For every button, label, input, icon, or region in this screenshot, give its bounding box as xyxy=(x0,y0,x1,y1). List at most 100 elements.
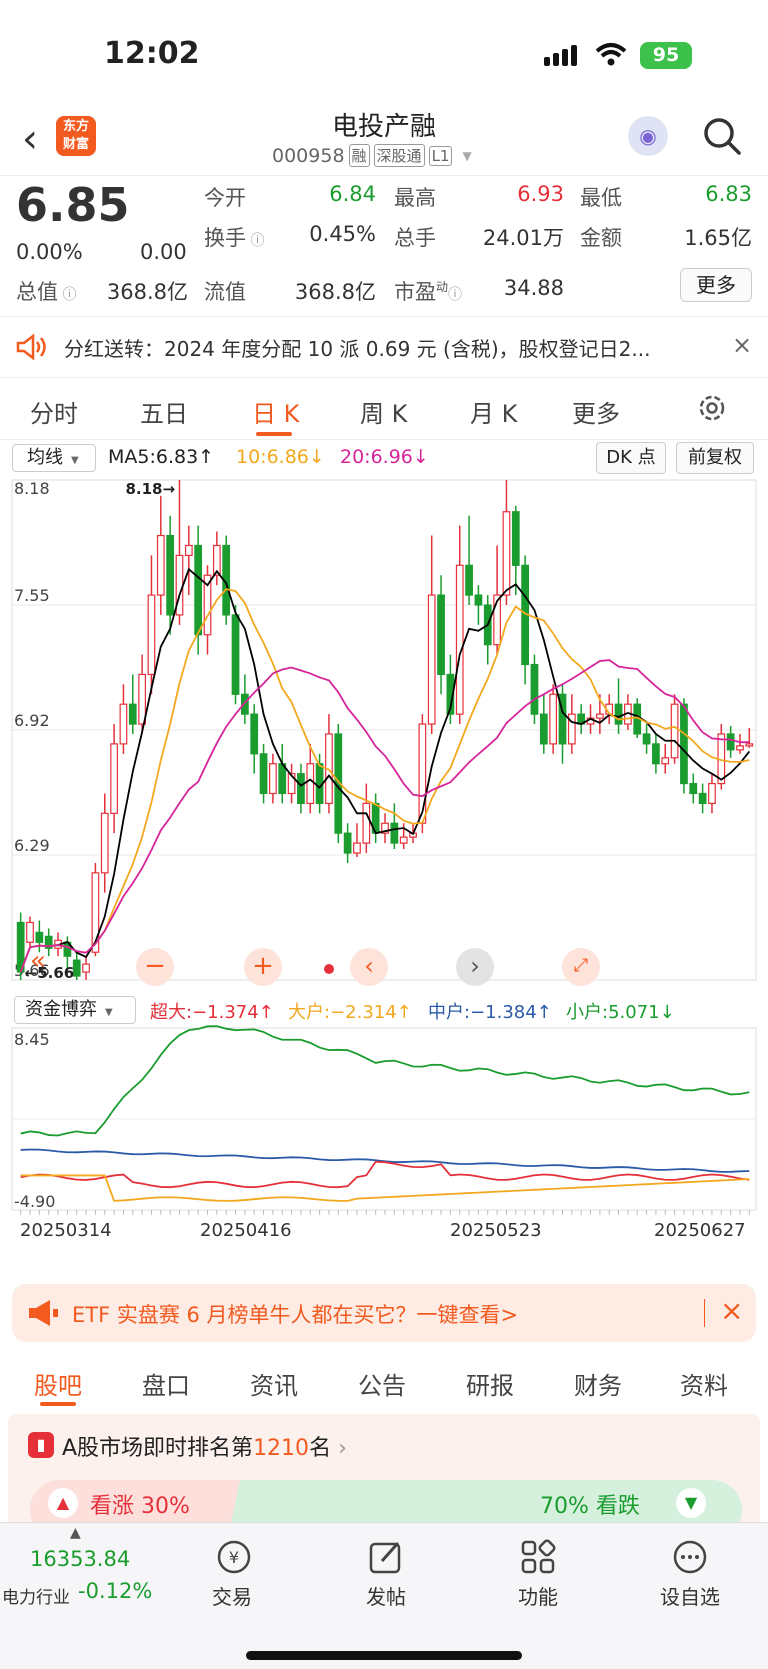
svg-text:¥: ¥ xyxy=(229,1548,239,1567)
active-tab-underline xyxy=(256,432,292,436)
candle-body xyxy=(306,763,315,805)
high-label: 最高 xyxy=(394,186,436,210)
tab-five-day[interactable]: 五日 xyxy=(140,394,188,429)
ad-text: ETF 实盘赛 6 月榜单牛人都在买它？一键查看> xyxy=(72,1303,519,1327)
tab-finance[interactable]: 财务 xyxy=(574,1366,622,1401)
more-button[interactable]: 更多 xyxy=(680,268,752,302)
ind-select[interactable]: 资金博弈 ▼ xyxy=(14,996,136,1024)
turnover-label: 换手 ⓘ xyxy=(204,222,264,252)
candle-body xyxy=(465,564,473,596)
dividend-bar[interactable]: 分红送转：2024 年度分配 10 派 0.69 元 (含税)，股权登记日2..… xyxy=(0,316,768,378)
next-button[interactable]: › xyxy=(456,948,494,986)
search-icon[interactable] xyxy=(702,116,742,160)
wifi-icon xyxy=(594,42,628,72)
trade-icon[interactable]: ¥ xyxy=(214,1539,254,1575)
quote-panel: 6.85 0.00% 0.00 总值 ⓘ 368.8亿 今开 6.84 最高 6… xyxy=(0,176,768,316)
center-dot xyxy=(324,964,334,974)
post-icon[interactable] xyxy=(368,1539,404,1579)
info-icon[interactable]: ⓘ xyxy=(246,233,264,249)
candle-body xyxy=(343,832,352,854)
info-icon[interactable]: ⓘ xyxy=(448,287,462,303)
fullscreen-button[interactable]: ⤢ xyxy=(562,948,600,986)
candle-body xyxy=(652,743,660,765)
down-arrow-icon: ▼ xyxy=(676,1488,706,1518)
rank-panel[interactable]: ▮ A股市场即时排名第1210名 › ▲ 看涨 30% 70% 看跌 ▼ xyxy=(8,1414,760,1524)
candle-body xyxy=(259,753,268,795)
zoom-out-button[interactable]: − xyxy=(136,948,174,986)
rank-prefix: A股市场即时排名第 xyxy=(62,1436,254,1461)
sector-name[interactable]: 电力行业 xyxy=(2,1583,70,1608)
tab-announcements[interactable]: 公告 xyxy=(358,1366,406,1401)
open-label: 今开 xyxy=(204,186,246,210)
tab-pankou[interactable]: 盘口 xyxy=(142,1366,190,1401)
pe-label: 市盈动ⓘ xyxy=(394,276,462,306)
candle-body xyxy=(35,931,44,943)
tab-more[interactable]: 更多 xyxy=(572,394,620,429)
vote-bar[interactable]: ▲ 看涨 30% 70% 看跌 ▼ xyxy=(30,1480,742,1524)
amount-label: 金额 xyxy=(580,226,622,250)
date-label: 20250416 xyxy=(200,1220,292,1241)
stock-code-row[interactable]: 000958 融 深股通 L1 ▼ xyxy=(272,144,472,167)
candle-body xyxy=(82,963,90,973)
candle-body xyxy=(689,782,698,795)
ind-small-legend: 小户:5.071↓ xyxy=(566,1002,675,1023)
robot-avatar-icon[interactable]: ◉ xyxy=(628,116,668,156)
tab-weekly-k[interactable]: 周 K xyxy=(360,394,407,429)
ma10-line xyxy=(19,588,750,973)
etf-ad-banner[interactable]: ETF 实盘赛 6 月榜单牛人都在买它？一键查看> × xyxy=(12,1284,756,1342)
function-icon[interactable] xyxy=(520,1539,556,1579)
change-value: 0.00 xyxy=(140,240,187,264)
kline-chart[interactable]: 均线 ▼ MA5:6.83↑ 10:6.86↓ 20:6.96↓ DK 点 前复权… xyxy=(0,440,768,1270)
index-value[interactable]: 16353.84 xyxy=(30,1547,130,1571)
candlestick-plot[interactable]: 8.187.556.926.295.668.18→←5.66 xyxy=(0,440,768,1270)
nav-post[interactable]: 发帖 xyxy=(326,1581,446,1610)
y-tick-label: 6.92 xyxy=(14,711,50,730)
battery-level: 95 xyxy=(652,44,680,66)
tab-minute[interactable]: 分时 xyxy=(30,394,78,429)
stock-header: ‹ 东方 财富 电投产融 000958 融 深股通 L1 ▼ ◉ xyxy=(0,100,768,176)
tab-research[interactable]: 研报 xyxy=(466,1366,514,1401)
candle-body xyxy=(745,743,754,747)
tag-margin: 融 xyxy=(348,144,370,167)
tab-guba[interactable]: 股吧 xyxy=(34,1366,82,1401)
sector-change[interactable]: -0.12% xyxy=(78,1579,152,1603)
dropdown-icon[interactable]: ▼ xyxy=(462,149,471,163)
watchlist-icon[interactable] xyxy=(672,1539,708,1579)
candle-body xyxy=(110,743,118,814)
close-icon[interactable]: × xyxy=(720,1294,743,1327)
float-value: 368.8亿 xyxy=(294,280,376,304)
ma5-line xyxy=(19,567,751,973)
ind-select-label: 资金博弈 xyxy=(25,999,97,1020)
status-bar: 12:02 95 xyxy=(0,0,768,100)
zoom-in-button[interactable]: + xyxy=(244,948,282,986)
close-icon[interactable]: × xyxy=(732,331,752,359)
settings-icon[interactable] xyxy=(696,392,728,428)
info-icon[interactable]: ⓘ xyxy=(58,287,76,303)
tab-monthly-k[interactable]: 月 K xyxy=(470,394,517,429)
candle-body xyxy=(502,511,511,596)
candle-body xyxy=(427,594,436,725)
home-indicator xyxy=(246,1651,522,1660)
nav-trade[interactable]: 交易 xyxy=(172,1581,292,1610)
amount-value: 1.65亿 xyxy=(684,226,752,250)
date-label: 20250523 xyxy=(450,1220,542,1241)
candle-body xyxy=(539,713,548,745)
date-label: 20250627 xyxy=(654,1220,746,1241)
rewind-icon[interactable]: « xyxy=(30,946,46,976)
prev-button[interactable]: ‹ xyxy=(350,948,388,986)
nav-function[interactable]: 功能 xyxy=(478,1581,598,1610)
candle-body xyxy=(26,921,34,943)
tab-profile[interactable]: 资料 xyxy=(680,1366,728,1401)
candle-body xyxy=(614,703,623,725)
y-tick-label: 7.55 xyxy=(14,586,50,605)
ind-y-max: 8.45 xyxy=(14,1030,50,1049)
candle-body xyxy=(166,534,175,616)
candle-body xyxy=(72,959,81,977)
candle-body xyxy=(119,703,128,745)
rank-text: A股市场即时排名第1210名 › xyxy=(62,1430,347,1462)
candle-body xyxy=(399,836,408,844)
tab-news[interactable]: 资讯 xyxy=(250,1366,298,1401)
change-pct: 0.00% xyxy=(16,240,83,264)
tab-daily-k[interactable]: 日 K xyxy=(252,394,299,429)
nav-watchlist[interactable]: 设自选 xyxy=(630,1581,750,1610)
